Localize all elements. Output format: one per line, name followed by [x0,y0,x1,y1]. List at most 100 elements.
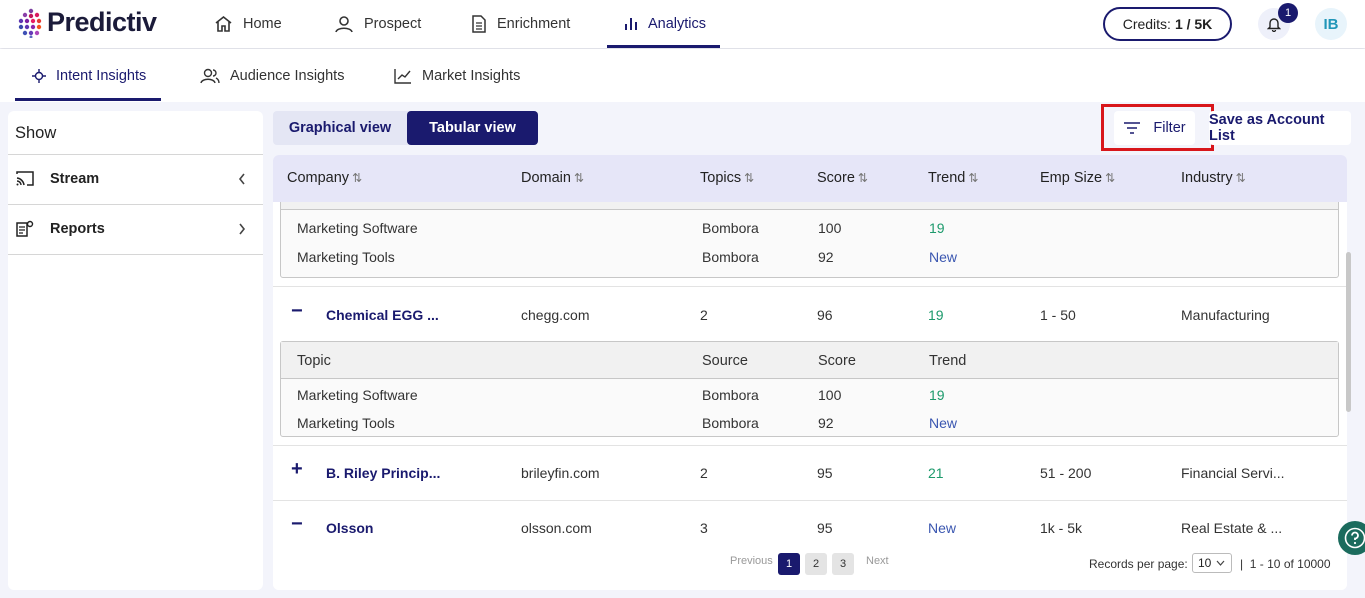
sidebar-item-stream[interactable]: Stream [8,155,263,203]
users-icon [200,68,220,83]
chevron-down-icon [1216,560,1225,566]
tabular-view-button[interactable]: Tabular view [407,111,538,145]
tab-intent-label: Intent Insights [56,67,147,84]
sidebar: Show Stream Reports [8,111,263,590]
topic-subtable: Topic Source Score Trend Marketing Softw… [280,341,1339,437]
nav-active-indicator [607,45,720,48]
row-divider [273,286,1347,287]
subtable-cell: 92 [818,249,834,265]
header-trend[interactable]: Trend ⇅ [928,170,978,186]
records-per-page-select[interactable]: 10 [1192,553,1232,573]
view-toggle: Graphical view Tabular view [273,111,538,145]
sidebar-divider [8,254,263,255]
header-emp-size[interactable]: Emp Size ⇅ [1040,170,1115,186]
cast-icon [16,171,34,186]
tab-audience-label: Audience Insights [230,67,345,84]
subtable-cell: New [929,249,958,265]
emp-size-cell: 1k - 5k [1040,520,1083,536]
trend-cell: 19 [928,307,944,323]
header-company[interactable]: Company ⇅ [287,170,362,186]
subtable-cell: Bombora [702,415,759,431]
subtable-cell: 100 [818,387,842,403]
nav-enrichment-label: Enrichment [497,16,571,32]
sort-icon: ⇅ [1105,171,1116,185]
user-avatar[interactable]: IB [1315,8,1347,40]
header-topics[interactable]: Topics ⇅ [700,170,754,186]
topic-subtable: Topic Source Score Trend Marketing Softw… [280,202,1339,278]
header-domain[interactable]: Domain ⇅ [521,170,584,186]
reports-icon [16,220,34,237]
sort-icon: ⇅ [744,171,755,185]
domain-cell: brileyfin.com [521,465,600,481]
emp-size-cell: 1 - 50 [1040,307,1076,323]
intent-table: Company ⇅ Domain ⇅ Topics ⇅ Score ⇅ Trend ⇅ E… [273,155,1347,590]
header-score[interactable]: Score ⇅ [817,170,868,186]
sidebar-item-reports[interactable]: Reports [8,205,263,253]
question-circle-icon [1344,527,1365,549]
subtable-cell: Marketing Software [297,220,418,236]
page-2-button[interactable]: 2 [805,553,827,575]
insights-tabbar: Intent Insights Audience Insights Market… [0,49,1365,102]
collapse-row-button[interactable]: − [291,513,303,536]
industry-cell: Real Estate & ... [1181,520,1283,536]
page-1-button[interactable]: 1 [778,553,800,575]
tab-market-insights[interactable]: Market Insights [394,49,520,102]
domain-cell: chegg.com [521,307,590,323]
subtable-cell: 100 [818,220,842,236]
subtable-cell: Marketing Software [297,387,418,403]
nav-prospect[interactable]: Prospect [334,0,421,48]
brand-logo[interactable]: Predictiv [18,7,157,38]
bar-chart-icon [625,18,637,30]
graphical-view-button[interactable]: Graphical view [273,111,407,145]
subtable-cell: Bombora [702,220,759,236]
nav-enrichment[interactable]: Enrichment [471,0,570,48]
collapse-row-button[interactable]: − [291,300,303,323]
tab-audience-insights[interactable]: Audience Insights [200,49,344,102]
score-cell: 95 [817,465,833,481]
table-header: Company ⇅ Domain ⇅ Topics ⇅ Score ⇅ Trend ⇅ E… [273,155,1347,202]
topics-cell: 3 [700,520,708,536]
credits-badge[interactable]: Credits: 1 / 5K [1103,7,1232,41]
credits-label: Credits: [1122,16,1171,32]
brand-name: Predictiv [47,7,157,37]
company-link[interactable]: Chemical EGG ... [326,307,439,323]
chevron-left-icon [238,173,245,185]
sort-icon: ⇅ [1235,171,1246,185]
industry-cell: Financial Servi... [1181,465,1285,481]
trend-cell: New [928,520,957,536]
document-icon [472,15,486,33]
company-link[interactable]: Olsson [326,520,373,536]
top-navbar: Predictiv Home Prospect Enrichment Analy… [0,0,1365,48]
nav-analytics[interactable]: Analytics [624,0,706,48]
next-page-button[interactable]: Next [866,555,889,567]
previous-page-button[interactable]: Previous [730,555,773,567]
target-icon [32,68,46,83]
credits-value: 1 / 5K [1174,16,1213,32]
trend-cell: 21 [928,465,944,481]
score-cell: 96 [817,307,833,323]
score-cell: 95 [817,520,833,536]
page-3-button[interactable]: 3 [832,553,854,575]
topics-cell: 2 [700,465,708,481]
sort-icon: ⇅ [352,171,363,185]
help-button[interactable] [1338,521,1365,555]
expand-row-button[interactable]: + [291,458,303,481]
company-link[interactable]: B. Riley Princip... [326,465,440,481]
table-footer: Previous 1 2 3 Next Records per page: 10… [273,540,1347,590]
sidebar-item-label: Reports [50,221,105,237]
nav-home-label: Home [243,16,282,32]
row-divider [273,445,1347,446]
nav-home[interactable]: Home [214,0,282,48]
header-industry[interactable]: Industry ⇅ [1181,170,1246,186]
subtable-header: Topic Source Score Trend [281,202,1338,210]
subtab-active-indicator [15,98,161,101]
tab-intent-insights[interactable]: Intent Insights [32,49,146,102]
subtable-cell: Bombora [702,249,759,265]
domain-cell: olsson.com [521,520,592,536]
table-body: Topic Source Score Trend Marketing Softw… [273,202,1347,540]
scrollbar-thumb[interactable] [1346,252,1351,412]
row-divider [273,500,1347,501]
save-account-list-button[interactable]: Save as Account List [1209,111,1351,145]
subtable-cell: Marketing Tools [297,415,395,431]
industry-cell: Manufacturing [1181,307,1270,323]
